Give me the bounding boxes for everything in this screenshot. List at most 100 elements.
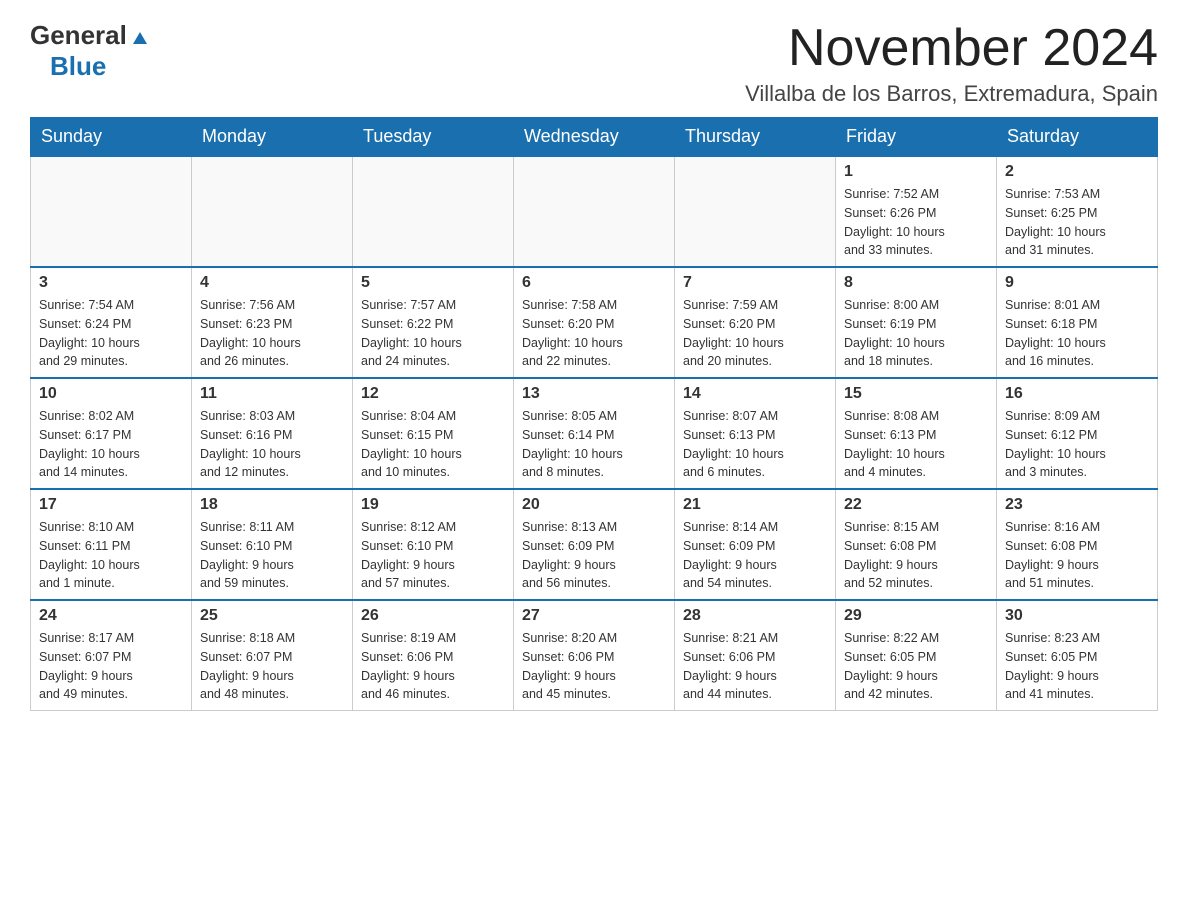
day-cell: 3 Sunrise: 7:54 AM Sunset: 6:24 PM Daylig… xyxy=(31,267,192,378)
day-info: Sunrise: 7:59 AM Sunset: 6:20 PM Dayligh… xyxy=(683,296,827,371)
logo-blue: Blue xyxy=(50,51,106,82)
day-number: 8 xyxy=(844,274,988,292)
day-cell: 7 Sunrise: 7:59 AM Sunset: 6:20 PM Daylig… xyxy=(675,267,836,378)
day-cell xyxy=(353,156,514,267)
location-subtitle: Villalba de los Barros, Extremadura, Spa… xyxy=(745,81,1158,107)
day-cell: 29Sunrise: 8:22 AM Sunset: 6:05 PM Dayli… xyxy=(836,600,997,711)
day-cell: 19 Sunrise: 8:12 AM Sunset: 6:10 PM Dayli… xyxy=(353,489,514,600)
day-cell: 14 Sunrise: 8:07 AM Sunset: 6:13 PM Dayli… xyxy=(675,378,836,489)
day-number: 24 xyxy=(39,607,183,625)
day-info: Sunrise: 8:10 AM Sunset: 6:11 PM Dayligh… xyxy=(39,518,183,593)
day-info: Sunrise: 8:05 AM Sunset: 6:14 PM Dayligh… xyxy=(522,407,666,482)
day-number: 26 xyxy=(361,607,505,625)
day-info: Sunrise: 8:09 AM Sunset: 6:12 PM Dayligh… xyxy=(1005,407,1149,482)
day-number: 20 xyxy=(522,496,666,514)
day-number: 25 xyxy=(200,607,344,625)
day-number: 17 xyxy=(39,496,183,514)
day-cell xyxy=(675,156,836,267)
day-cell: 26 Sunrise: 8:19 AM Sunset: 6:06 PM Dayli… xyxy=(353,600,514,711)
day-cell: 20 Sunrise: 8:13 AM Sunset: 6:09 PM Dayli… xyxy=(514,489,675,600)
day-cell: 18 Sunrise: 8:11 AM Sunset: 6:10 PM Dayli… xyxy=(192,489,353,600)
day-number: 27 xyxy=(522,607,666,625)
col-header-friday: Friday xyxy=(836,118,997,157)
day-info: Sunrise: 8:07 AM Sunset: 6:13 PM Dayligh… xyxy=(683,407,827,482)
col-header-wednesday: Wednesday xyxy=(514,118,675,157)
day-number: 6 xyxy=(522,274,666,292)
day-number: 19 xyxy=(361,496,505,514)
day-number: 13 xyxy=(522,385,666,403)
day-info: Sunrise: 7:54 AM Sunset: 6:24 PM Dayligh… xyxy=(39,296,183,371)
day-cell: 16Sunrise: 8:09 AM Sunset: 6:12 PM Dayli… xyxy=(997,378,1158,489)
day-cell: 6 Sunrise: 7:58 AM Sunset: 6:20 PM Daylig… xyxy=(514,267,675,378)
calendar-table: SundayMondayTuesdayWednesdayThursdayFrid… xyxy=(30,117,1158,711)
col-header-thursday: Thursday xyxy=(675,118,836,157)
day-cell: 30Sunrise: 8:23 AM Sunset: 6:05 PM Dayli… xyxy=(997,600,1158,711)
week-row-4: 17 Sunrise: 8:10 AM Sunset: 6:11 PM Dayli… xyxy=(31,489,1158,600)
day-cell: 2Sunrise: 7:53 AM Sunset: 6:25 PM Daylig… xyxy=(997,156,1158,267)
logo-triangle-icon xyxy=(129,26,151,48)
day-cell: 23 Sunrise: 8:16 AM Sunset: 6:08 PM Dayli… xyxy=(997,489,1158,600)
week-row-1: 1 Sunrise: 7:52 AM Sunset: 6:26 PM Daylig… xyxy=(31,156,1158,267)
day-cell: 28 Sunrise: 8:21 AM Sunset: 6:06 PM Dayli… xyxy=(675,600,836,711)
week-row-3: 10Sunrise: 8:02 AM Sunset: 6:17 PM Dayli… xyxy=(31,378,1158,489)
page-header: General Blue November 2024 Villalba de l… xyxy=(30,20,1158,107)
col-header-monday: Monday xyxy=(192,118,353,157)
day-cell: 11 Sunrise: 8:03 AM Sunset: 6:16 PM Dayli… xyxy=(192,378,353,489)
day-cell: 12Sunrise: 8:04 AM Sunset: 6:15 PM Dayli… xyxy=(353,378,514,489)
calendar-header-row: SundayMondayTuesdayWednesdayThursdayFrid… xyxy=(31,118,1158,157)
day-cell: 17 Sunrise: 8:10 AM Sunset: 6:11 PM Dayli… xyxy=(31,489,192,600)
day-cell: 4Sunrise: 7:56 AM Sunset: 6:23 PM Daylig… xyxy=(192,267,353,378)
day-cell: 25 Sunrise: 8:18 AM Sunset: 6:07 PM Dayli… xyxy=(192,600,353,711)
day-info: Sunrise: 8:14 AM Sunset: 6:09 PM Dayligh… xyxy=(683,518,827,593)
logo: General Blue xyxy=(30,20,151,82)
title-section: November 2024 Villalba de los Barros, Ex… xyxy=(745,20,1158,107)
day-info: Sunrise: 8:02 AM Sunset: 6:17 PM Dayligh… xyxy=(39,407,183,482)
day-info: Sunrise: 8:08 AM Sunset: 6:13 PM Dayligh… xyxy=(844,407,988,482)
day-info: Sunrise: 8:11 AM Sunset: 6:10 PM Dayligh… xyxy=(200,518,344,593)
day-number: 12 xyxy=(361,385,505,403)
day-cell: 15 Sunrise: 8:08 AM Sunset: 6:13 PM Dayli… xyxy=(836,378,997,489)
logo-general: General xyxy=(30,20,127,51)
day-info: Sunrise: 8:01 AM Sunset: 6:18 PM Dayligh… xyxy=(1005,296,1149,371)
day-cell: 8Sunrise: 8:00 AM Sunset: 6:19 PM Daylig… xyxy=(836,267,997,378)
day-info: Sunrise: 8:03 AM Sunset: 6:16 PM Dayligh… xyxy=(200,407,344,482)
day-info: Sunrise: 8:21 AM Sunset: 6:06 PM Dayligh… xyxy=(683,629,827,704)
day-number: 18 xyxy=(200,496,344,514)
day-number: 9 xyxy=(1005,274,1149,292)
day-cell xyxy=(192,156,353,267)
month-year-title: November 2024 xyxy=(745,20,1158,77)
day-info: Sunrise: 8:16 AM Sunset: 6:08 PM Dayligh… xyxy=(1005,518,1149,593)
day-cell: 9 Sunrise: 8:01 AM Sunset: 6:18 PM Daylig… xyxy=(997,267,1158,378)
day-number: 15 xyxy=(844,385,988,403)
day-number: 1 xyxy=(844,163,988,181)
day-number: 22 xyxy=(844,496,988,514)
day-info: Sunrise: 7:58 AM Sunset: 6:20 PM Dayligh… xyxy=(522,296,666,371)
day-info: Sunrise: 8:18 AM Sunset: 6:07 PM Dayligh… xyxy=(200,629,344,704)
day-info: Sunrise: 8:13 AM Sunset: 6:09 PM Dayligh… xyxy=(522,518,666,593)
day-info: Sunrise: 7:52 AM Sunset: 6:26 PM Dayligh… xyxy=(844,185,988,260)
day-number: 29 xyxy=(844,607,988,625)
day-cell: 5Sunrise: 7:57 AM Sunset: 6:22 PM Daylig… xyxy=(353,267,514,378)
day-info: Sunrise: 8:23 AM Sunset: 6:05 PM Dayligh… xyxy=(1005,629,1149,704)
day-info: Sunrise: 7:57 AM Sunset: 6:22 PM Dayligh… xyxy=(361,296,505,371)
day-number: 3 xyxy=(39,274,183,292)
day-number: 14 xyxy=(683,385,827,403)
day-number: 28 xyxy=(683,607,827,625)
col-header-sunday: Sunday xyxy=(31,118,192,157)
day-number: 7 xyxy=(683,274,827,292)
day-number: 11 xyxy=(200,385,344,403)
col-header-saturday: Saturday xyxy=(997,118,1158,157)
day-cell xyxy=(31,156,192,267)
day-info: Sunrise: 8:19 AM Sunset: 6:06 PM Dayligh… xyxy=(361,629,505,704)
day-number: 21 xyxy=(683,496,827,514)
day-info: Sunrise: 8:12 AM Sunset: 6:10 PM Dayligh… xyxy=(361,518,505,593)
day-number: 4 xyxy=(200,274,344,292)
day-number: 23 xyxy=(1005,496,1149,514)
day-cell: 22Sunrise: 8:15 AM Sunset: 6:08 PM Dayli… xyxy=(836,489,997,600)
week-row-2: 3 Sunrise: 7:54 AM Sunset: 6:24 PM Daylig… xyxy=(31,267,1158,378)
col-header-tuesday: Tuesday xyxy=(353,118,514,157)
day-info: Sunrise: 7:53 AM Sunset: 6:25 PM Dayligh… xyxy=(1005,185,1149,260)
day-cell: 13 Sunrise: 8:05 AM Sunset: 6:14 PM Dayli… xyxy=(514,378,675,489)
day-cell: 27Sunrise: 8:20 AM Sunset: 6:06 PM Dayli… xyxy=(514,600,675,711)
day-cell: 21 Sunrise: 8:14 AM Sunset: 6:09 PM Dayli… xyxy=(675,489,836,600)
